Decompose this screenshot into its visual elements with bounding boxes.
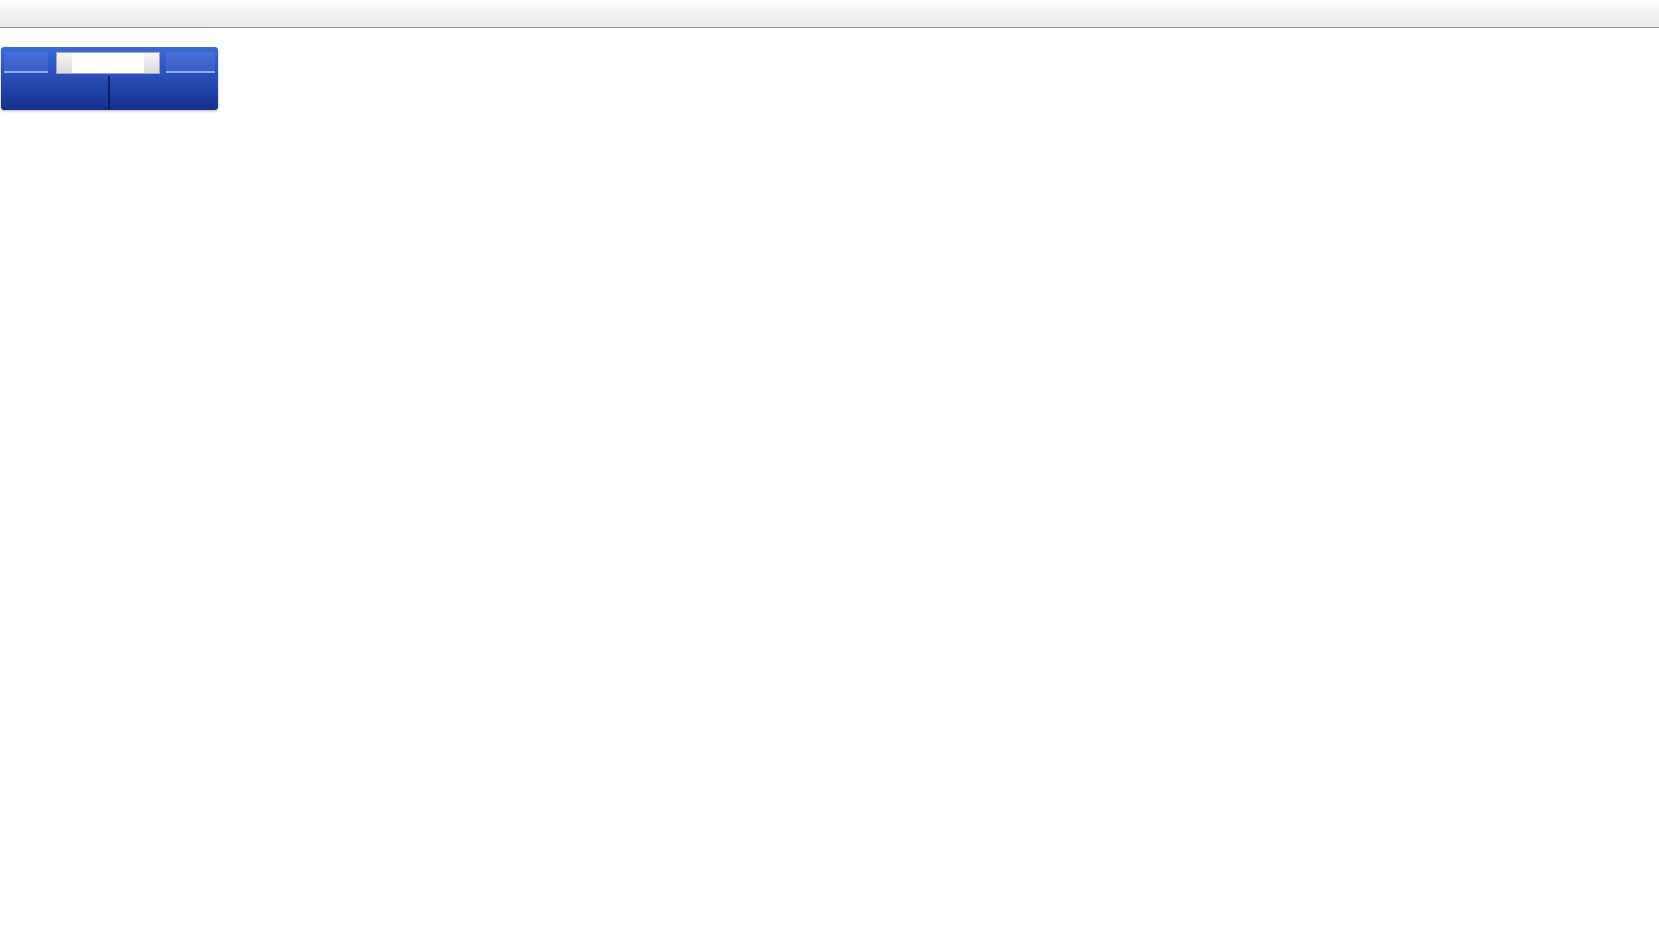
main-toolbar <box>0 0 1659 28</box>
volume-input[interactable] <box>72 53 144 73</box>
volume-decrease-button[interactable] <box>57 53 72 73</box>
buy-price[interactable] <box>110 76 219 110</box>
volume-stepper <box>56 52 160 74</box>
chart-window[interactable] <box>0 28 1659 950</box>
volume-increase-button[interactable] <box>144 53 159 73</box>
one-click-trade-panel <box>1 47 218 110</box>
sell-price[interactable] <box>1 76 110 110</box>
chart-canvas[interactable] <box>0 28 1659 950</box>
buy-button[interactable] <box>166 52 215 73</box>
sell-button[interactable] <box>4 52 48 73</box>
